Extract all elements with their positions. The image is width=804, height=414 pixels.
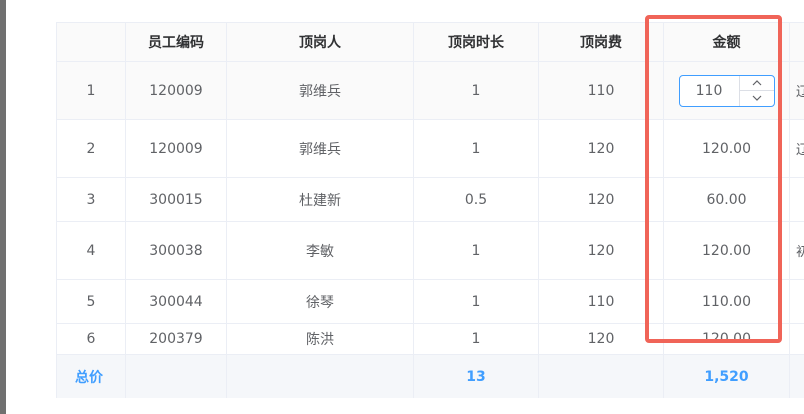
amount-cell[interactable]: 110.00 <box>663 279 790 324</box>
extra-cell <box>789 323 804 355</box>
hours-cell: 1 <box>413 119 539 178</box>
employee-code-cell: 120009 <box>125 61 227 120</box>
amount-cell[interactable]: 60.00 <box>663 177 790 222</box>
hours-cell: 1 <box>413 61 539 120</box>
substitute-name-cell: 郭维兵 <box>226 119 414 178</box>
row-index: 6 <box>56 323 126 355</box>
extra-cell: 初 <box>789 221 804 280</box>
summary-empty <box>226 354 414 398</box>
table-row[interactable]: 4 300038 李敏 1 120 120.00 初 <box>56 221 804 280</box>
row-index: 4 <box>56 221 126 280</box>
hours-cell: 1 <box>413 221 539 280</box>
substitute-name-cell: 李敏 <box>226 221 414 280</box>
extra-cell <box>789 279 804 324</box>
chevron-up-icon <box>752 79 761 86</box>
summary-empty <box>789 354 804 398</box>
header-extra[interactable]: J <box>789 22 804 62</box>
employee-code-cell: 300044 <box>125 279 227 324</box>
summary-empty <box>538 354 664 398</box>
header-hours[interactable]: 顶岗时长 <box>413 22 539 62</box>
extra-cell: 辽 <box>789 119 804 178</box>
table-row[interactable]: 5 300044 徐琴 1 110 110.00 <box>56 279 804 324</box>
hours-cell: 1 <box>413 323 539 355</box>
total-hours: 13 <box>413 354 539 398</box>
header-amount[interactable]: 金额 <box>663 22 790 62</box>
amount-cell[interactable]: 120.00 <box>663 221 790 280</box>
table-row[interactable]: 3 300015 杜建新 0.5 120 60.00 <box>56 177 804 222</box>
fee-cell: 120 <box>538 221 664 280</box>
hours-cell: 0.5 <box>413 177 539 222</box>
header-fee[interactable]: 顶岗费 <box>538 22 664 62</box>
increment-button[interactable] <box>739 76 774 91</box>
header-substitute[interactable]: 顶岗人 <box>226 22 414 62</box>
employee-code-cell: 120009 <box>125 119 227 178</box>
table-row[interactable]: 1 120009 郭维兵 1 110 110 <box>56 61 804 120</box>
row-index: 2 <box>56 119 126 178</box>
header-index <box>56 22 126 62</box>
amount-input[interactable] <box>679 75 739 106</box>
row-index: 3 <box>56 177 126 222</box>
row-index: 5 <box>56 279 126 324</box>
amount-stepper[interactable] <box>678 74 775 107</box>
summary-empty <box>125 354 227 398</box>
total-label: 总价 <box>56 354 126 398</box>
amount-cell[interactable]: 120.00 <box>663 119 790 178</box>
window-edge <box>0 0 6 414</box>
employee-code-cell: 300015 <box>125 177 227 222</box>
extra-cell: 辽 <box>789 61 804 120</box>
substitute-name-cell: 杜建新 <box>226 177 414 222</box>
data-table: 员工编码 顶岗人 顶岗时长 顶岗费 金额 J 1 120009 郭维兵 1 11… <box>56 22 804 398</box>
table-header-row: 员工编码 顶岗人 顶岗时长 顶岗费 金额 J <box>56 22 804 62</box>
hours-cell: 1 <box>413 279 539 324</box>
fee-cell: 120 <box>538 323 664 355</box>
fee-cell: 120 <box>538 119 664 178</box>
row-index: 1 <box>56 61 126 120</box>
fee-cell: 120 <box>538 177 664 222</box>
amount-cell <box>663 61 790 120</box>
header-employee-code[interactable]: 员工编码 <box>125 22 227 62</box>
table-row[interactable]: 2 120009 郭维兵 1 120 120.00 辽 <box>56 119 804 178</box>
total-amount: 1,520 <box>663 354 790 398</box>
chevron-down-icon <box>752 95 761 102</box>
summary-row: 总价 13 1,520 <box>56 354 804 398</box>
decrement-button[interactable] <box>740 91 774 106</box>
substitute-name-cell: 陈洪 <box>226 323 414 355</box>
fee-cell: 110 <box>538 279 664 324</box>
amount-cell[interactable]: 120.00 <box>663 323 790 355</box>
table-row[interactable]: 6 200379 陈洪 1 120 120.00 <box>56 323 804 355</box>
extra-cell <box>789 177 804 222</box>
fee-cell: 110 <box>538 61 664 120</box>
substitute-name-cell: 郭维兵 <box>226 61 414 120</box>
substitute-name-cell: 徐琴 <box>226 279 414 324</box>
employee-code-cell: 300038 <box>125 221 227 280</box>
employee-code-cell: 200379 <box>125 323 227 355</box>
